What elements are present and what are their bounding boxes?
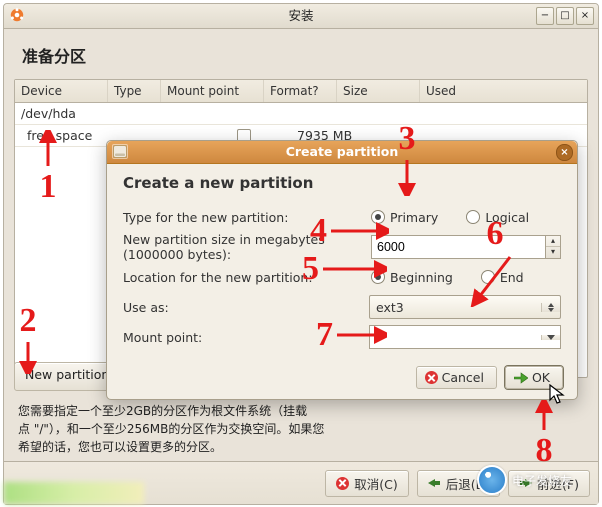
label-mount-point: Mount point: [123, 330, 369, 345]
forward-button[interactable]: 前进(F) [508, 470, 590, 497]
label-use-as: Use as: [123, 300, 369, 315]
mount-point-combo[interactable] [369, 325, 561, 349]
window-title: 安装 [288, 8, 313, 23]
dialog-heading: Create a new partition [123, 174, 561, 192]
radio-logical[interactable]: Logical [466, 210, 529, 225]
window-titlebar: 安装 − □ × [4, 4, 598, 29]
th-mount[interactable]: Mount point [161, 80, 264, 102]
radio-icon [466, 210, 480, 224]
partition-size-input[interactable] [371, 235, 545, 259]
ok-icon [514, 372, 528, 384]
maximize-button[interactable]: □ [556, 7, 574, 25]
radio-end[interactable]: End [481, 270, 524, 285]
radio-icon [371, 210, 385, 224]
minimize-button[interactable]: − [536, 7, 554, 25]
back-button[interactable]: 后退(B) [417, 470, 500, 497]
dialog-ok-button[interactable]: OK [505, 366, 563, 389]
use-as-combo[interactable]: ext3 [369, 295, 561, 319]
table-header: Device Type Mount point Format? Size Use… [15, 80, 587, 103]
back-icon [428, 477, 441, 490]
new-partition-button[interactable]: New partition [14, 362, 120, 391]
th-type[interactable]: Type [108, 80, 161, 102]
create-partition-dialog: Create partition × Create a new partitio… [106, 140, 578, 400]
th-used[interactable]: Used [420, 80, 587, 102]
forward-icon [519, 477, 532, 490]
th-size[interactable]: Size [337, 80, 420, 102]
dialog-titlebar: Create partition × [107, 141, 577, 164]
use-as-value: ext3 [370, 300, 541, 315]
chevron-down-icon [541, 335, 560, 340]
cancel-icon [425, 371, 438, 384]
mount-point-input[interactable] [370, 327, 541, 347]
th-format[interactable]: Format? [264, 80, 337, 102]
radio-primary[interactable]: Primary [371, 210, 438, 225]
dialog-close-button[interactable]: × [556, 144, 573, 161]
close-button[interactable]: × [576, 7, 594, 25]
cancel-button[interactable]: 取消(C) [325, 470, 408, 497]
th-device[interactable]: Device [15, 80, 108, 102]
dialog-title: Create partition [286, 144, 399, 159]
table-row[interactable]: /dev/hda [15, 103, 587, 125]
drive-icon [112, 144, 128, 159]
chevron-updown-icon [541, 303, 560, 312]
cell-device: free space [21, 128, 107, 143]
hint-text: 您需要指定一个至少2GB的分区作为根文件系统（挂载 点 "/"），和一个至少25… [18, 402, 438, 456]
page-title: 准备分区 [4, 29, 598, 79]
label-partition-size: New partition size in megabytes (1000000… [123, 232, 371, 262]
spinner-up[interactable]: ▴ [546, 236, 560, 247]
blurred-region [4, 482, 144, 504]
partition-size-spinner[interactable]: ▴ ▾ [371, 235, 561, 259]
label-location: Location for the new partition: [123, 270, 371, 285]
radio-icon [481, 270, 495, 284]
radio-icon [371, 270, 385, 284]
cell-device: /dev/hda [21, 106, 101, 121]
label-partition-type: Type for the new partition: [123, 210, 371, 225]
spinner-down[interactable]: ▾ [546, 247, 560, 257]
radio-beginning[interactable]: Beginning [371, 270, 453, 285]
dialog-cancel-button[interactable]: Cancel [416, 366, 497, 389]
cancel-icon [336, 477, 349, 490]
app-icon [10, 8, 24, 22]
